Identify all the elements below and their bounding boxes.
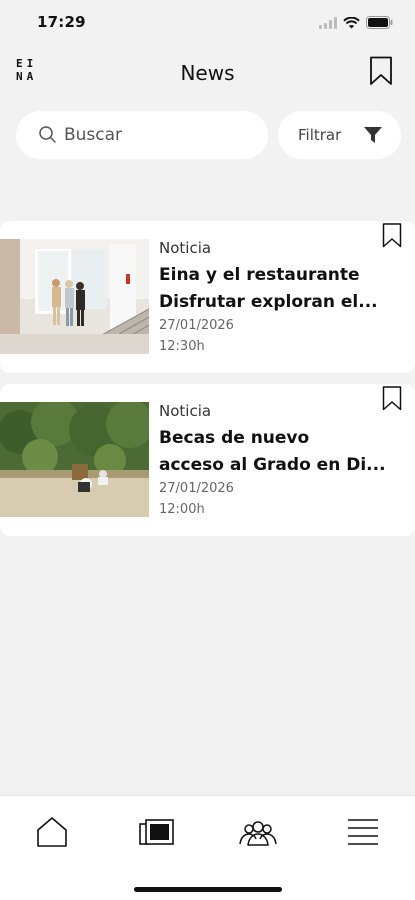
news-date: 27/01/2026 bbox=[159, 481, 234, 496]
battery-icon bbox=[366, 14, 393, 33]
status-time: 17:29 bbox=[37, 13, 86, 31]
news-time: 12:00h bbox=[159, 502, 205, 517]
status-icons bbox=[319, 14, 393, 33]
header: EI NA News bbox=[0, 52, 415, 96]
filter-button[interactable]: Filtrar bbox=[278, 111, 401, 159]
news-image bbox=[0, 239, 149, 354]
tab-home[interactable] bbox=[32, 814, 72, 850]
news-category: Noticia bbox=[159, 402, 212, 420]
news-title: Becas de nuevo acceso al Grado en Di... bbox=[159, 428, 386, 475]
wifi-icon bbox=[343, 14, 360, 33]
news-card[interactable]: Noticia Becas de nuevo acceso al Grado e… bbox=[0, 384, 415, 536]
tab-menu[interactable] bbox=[343, 814, 383, 850]
saved-bookmarks-button[interactable] bbox=[369, 56, 393, 90]
home-icon bbox=[37, 817, 67, 847]
news-image bbox=[0, 402, 149, 517]
bookmark-button[interactable] bbox=[382, 223, 402, 252]
bookmark-icon bbox=[382, 386, 402, 411]
news-category: Noticia bbox=[159, 239, 212, 257]
news-date: 27/01/2026 bbox=[159, 318, 234, 333]
news-time: 12:30h bbox=[159, 339, 205, 354]
search-box[interactable] bbox=[16, 111, 268, 159]
filter-label: Filtrar bbox=[298, 126, 342, 144]
home-indicator bbox=[134, 887, 282, 892]
filter-icon bbox=[364, 126, 382, 148]
search-input[interactable] bbox=[64, 111, 254, 159]
bookmark-icon bbox=[382, 223, 402, 248]
news-icon bbox=[139, 819, 174, 845]
tab-community[interactable] bbox=[238, 814, 278, 850]
tab-bar bbox=[0, 795, 415, 900]
bookmark-button[interactable] bbox=[382, 386, 402, 415]
signal-icon bbox=[319, 14, 337, 33]
tab-news[interactable] bbox=[137, 814, 177, 850]
page-title: News bbox=[180, 61, 235, 85]
news-card[interactable]: Noticia Eina y el restaurante Disfrutar … bbox=[0, 221, 415, 373]
news-title: Eina y el restaurante Disfrutar exploran… bbox=[159, 265, 378, 312]
search-icon bbox=[38, 125, 58, 149]
status-bar: 17:29 bbox=[0, 0, 415, 44]
bookmark-icon bbox=[370, 56, 392, 85]
community-icon bbox=[239, 821, 277, 846]
search-row: Filtrar bbox=[16, 111, 401, 159]
menu-icon bbox=[348, 819, 378, 845]
